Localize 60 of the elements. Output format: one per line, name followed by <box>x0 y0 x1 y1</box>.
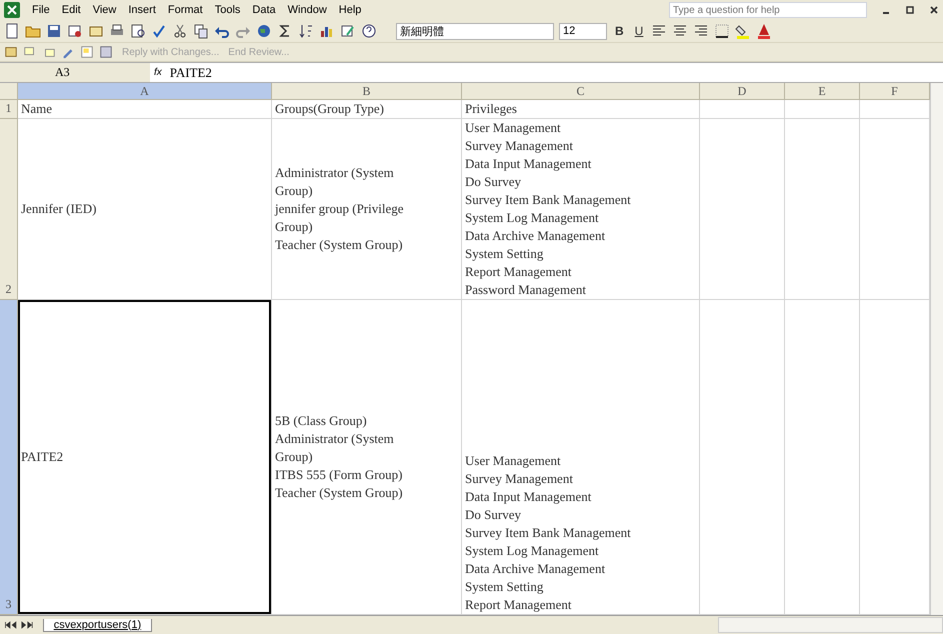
fill-color-icon[interactable] <box>735 23 752 39</box>
excel-logo-icon[interactable] <box>4 2 20 18</box>
table-cell-text: Jennifer (IED) <box>20 200 98 218</box>
column-header[interactable]: B <box>272 83 462 100</box>
style-button[interactable]: B <box>612 24 627 38</box>
table-cell-text: Privileges <box>464 100 518 118</box>
restore-icon[interactable] <box>905 5 915 15</box>
row-header[interactable]: 2 <box>0 119 18 300</box>
formula-field[interactable]: PAITE2 <box>170 64 212 80</box>
column-header[interactable]: D <box>700 83 785 100</box>
table-cell: PAITE2 <box>18 300 271 614</box>
table-cell-text: Name <box>20 100 54 118</box>
name-box[interactable]: A3 <box>0 63 150 82</box>
column-header[interactable]: F <box>860 83 930 100</box>
table-cell-text: 5B (Class Group) Administrator (System Group) ITBS 555 (Form Group) Teacher (System Group) <box>274 412 404 502</box>
row-header[interactable]: 1 <box>0 100 18 119</box>
help-icon[interactable] <box>361 23 377 39</box>
save-icon[interactable] <box>46 23 62 39</box>
column-header[interactable]: E <box>785 83 860 100</box>
horizontal-scrollbar[interactable] <box>718 617 943 633</box>
column-header[interactable]: A <box>18 83 272 100</box>
reviewing-pane-icon[interactable] <box>99 45 113 59</box>
style-button[interactable]: U <box>632 24 646 38</box>
function-label[interactable]: fx <box>154 67 162 78</box>
table-cell-text: Administrator (System Group) jennifer group (Privilege Group) Teacher (System Group) <box>274 164 405 254</box>
drawing-icon[interactable] <box>340 23 356 39</box>
menu-item[interactable]: Data <box>252 4 276 16</box>
table-cell-text: User Management Survey Management Data Input Management Do Survey Survey Item Bank Management System Log Management Data Archive Management System Setting Report Management <box>464 452 632 614</box>
column-header[interactable]: C <box>462 83 700 100</box>
globe-icon[interactable] <box>256 23 272 39</box>
copy-icon[interactable] <box>193 23 209 39</box>
show-comments-icon[interactable] <box>80 45 94 59</box>
review-icon[interactable] <box>4 45 18 59</box>
sheet-tab[interactable]: csvexportusers(1) <box>42 618 152 632</box>
menu-item[interactable]: Help <box>338 4 362 16</box>
permission-icon[interactable] <box>67 23 83 39</box>
review-command: Reply with Changes... <box>122 46 220 58</box>
sort-icon[interactable] <box>298 23 314 39</box>
print-preview-icon[interactable] <box>130 23 146 39</box>
menu-item[interactable]: Window <box>288 4 327 16</box>
review-command: End Review... <box>228 46 290 58</box>
menu-item[interactable]: View <box>92 4 116 16</box>
menu-item[interactable]: Tools <box>214 4 240 16</box>
table-cell-text: User Management Survey Management Data Input Management Do Survey Survey Item Bank Management System Log Management Data Archive Management System Setting Report Management Password Management <box>464 119 632 299</box>
borders-icon[interactable] <box>714 23 730 39</box>
vertical-scrollbar[interactable] <box>930 83 943 615</box>
font-name-field[interactable]: 新細明體 <box>396 22 554 40</box>
spelling-icon[interactable] <box>151 23 167 39</box>
table-cell-text: Groups(Group Type) <box>274 100 385 118</box>
cut-icon[interactable] <box>172 23 188 39</box>
font-color-icon[interactable] <box>756 23 772 39</box>
menu-item[interactable]: File <box>32 4 50 16</box>
help-search-field[interactable]: Type a question for help <box>669 2 867 18</box>
row-header[interactable]: 3 <box>0 300 18 615</box>
close-icon[interactable] <box>929 5 939 15</box>
menu-item[interactable]: Format <box>168 4 203 16</box>
font-size-field[interactable]: 12 <box>559 22 607 40</box>
menu-item[interactable]: Edit <box>62 4 81 16</box>
menu-item[interactable]: Insert <box>128 4 156 16</box>
new-document-icon[interactable] <box>4 23 20 39</box>
